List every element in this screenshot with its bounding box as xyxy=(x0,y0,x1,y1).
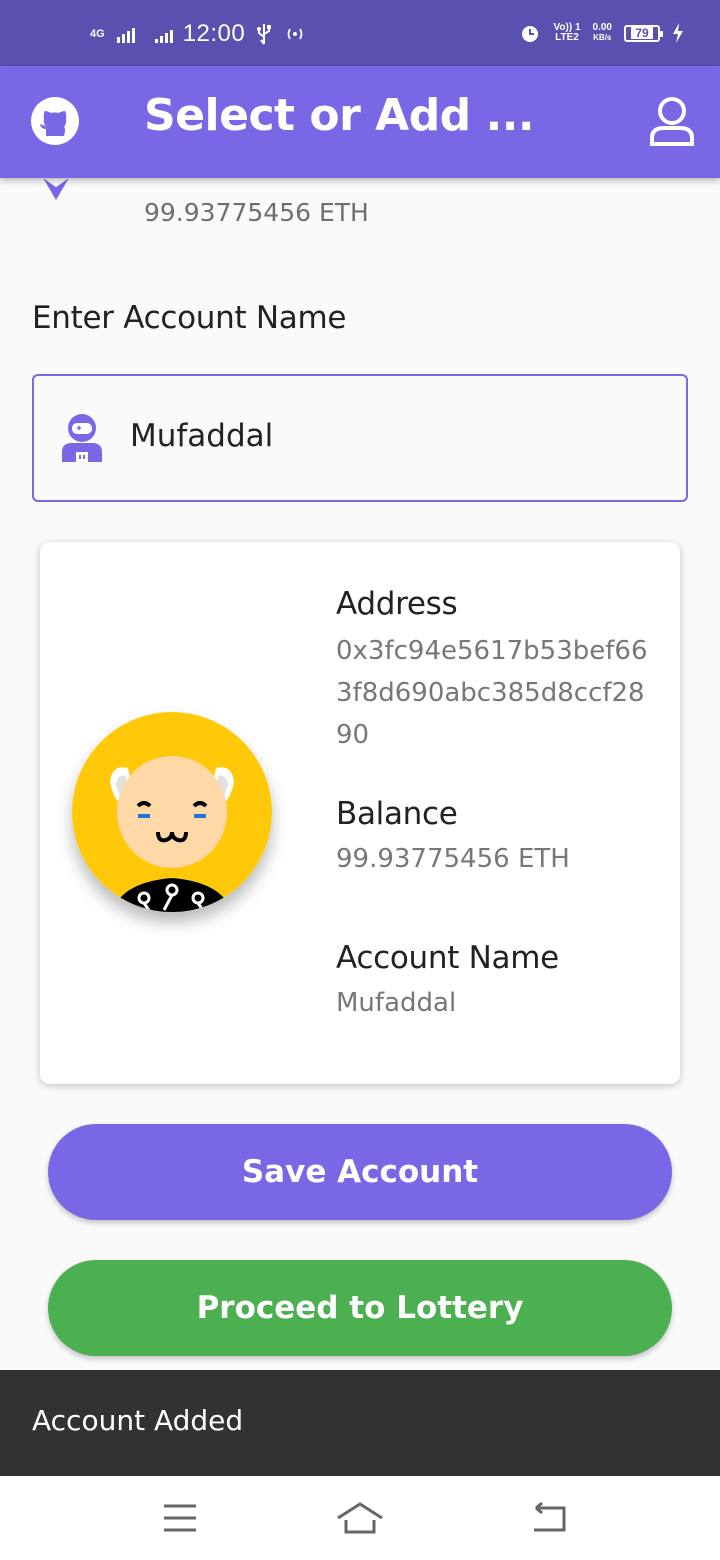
account-name-label: Enter Account Name xyxy=(32,300,347,336)
balance-label: Balance xyxy=(336,796,458,832)
save-account-button[interactable]: Save Account xyxy=(48,1124,672,1220)
usb-icon xyxy=(257,24,272,45)
signal-icon-1 xyxy=(116,25,135,43)
account-name-value: Mufaddal xyxy=(336,988,457,1018)
balance-value: 99.93775456 ETH xyxy=(336,844,570,874)
network-type-label: 4G xyxy=(90,27,105,40)
address-label: Address xyxy=(336,586,458,622)
volte-indicator: Vo)) 1 LTE2 xyxy=(553,23,580,43)
previous-balance-value: 99.93775456 ETH xyxy=(144,198,369,227)
app-bar: Select or Add ... xyxy=(0,66,720,178)
account-name-field[interactable]: Mufaddal xyxy=(32,374,688,502)
home-icon[interactable] xyxy=(330,1498,390,1538)
battery-level: 79 xyxy=(631,27,653,39)
proceed-to-lottery-button[interactable]: Proceed to Lottery xyxy=(48,1260,672,1356)
system-nav-bar xyxy=(0,1476,720,1560)
app-title: Select or Add ... xyxy=(144,90,535,141)
snackbar: Account Added xyxy=(0,1370,720,1476)
user-icon[interactable] xyxy=(648,96,696,148)
charging-icon xyxy=(673,23,683,43)
hotspot-icon xyxy=(287,28,303,40)
github-icon[interactable] xyxy=(30,96,80,146)
account-card: Address 0x3fc94e5617b53bef663f8d690abc38… xyxy=(40,542,680,1084)
account-name-input-value[interactable]: Mufaddal xyxy=(130,418,273,454)
cat-avatar-icon xyxy=(72,712,272,912)
clock: 12:00 xyxy=(182,20,246,47)
ethereum-icon xyxy=(41,175,71,200)
address-value: 0x3fc94e5617b53bef663f8d690abc385d8ccf28… xyxy=(336,636,648,750)
astronaut-icon xyxy=(62,414,102,462)
status-bar: 4G 12:00 Vo)) 1 LTE2 0.00 KB/s 79 xyxy=(0,0,720,66)
speed-value: 0.00 xyxy=(592,22,612,33)
speed-indicator: 0.00 KB/s xyxy=(593,23,612,43)
status-left: 4G 12:00 xyxy=(90,20,307,48)
menu-icon[interactable] xyxy=(150,1498,210,1538)
signal-icon-2 xyxy=(154,25,173,43)
account-name-title: Account Name xyxy=(336,940,559,976)
status-right: Vo)) 1 LTE2 0.00 KB/s 79 xyxy=(519,22,684,44)
speed-unit: KB/s xyxy=(593,33,612,42)
snackbar-message: Account Added xyxy=(32,1404,244,1437)
lte-label: LTE2 xyxy=(555,32,579,43)
back-icon[interactable] xyxy=(518,1498,578,1538)
battery-icon: 79 xyxy=(624,24,663,42)
alarm-icon xyxy=(522,26,539,42)
